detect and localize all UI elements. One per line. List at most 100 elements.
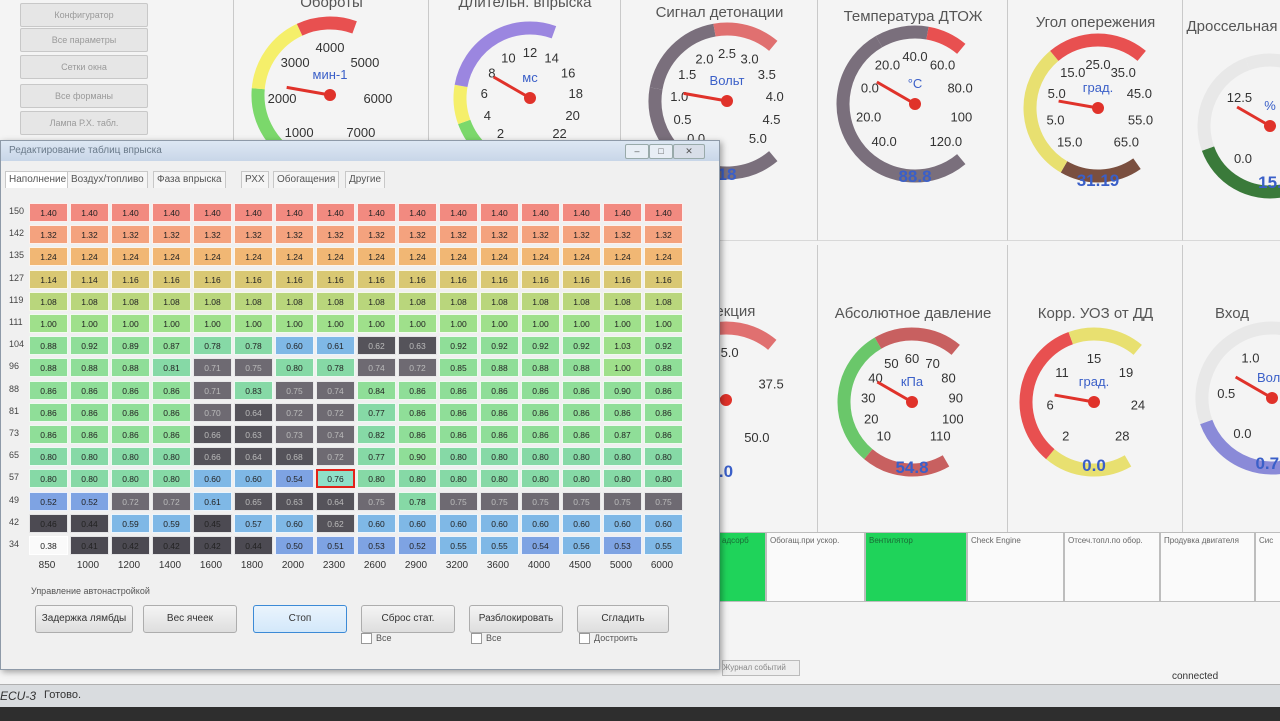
table-cell[interactable]: 0.80 <box>70 447 109 467</box>
table-cell[interactable]: 0.86 <box>111 380 150 400</box>
table-cell[interactable]: 0.80 <box>480 447 519 467</box>
table-cell[interactable]: 0.75 <box>234 358 273 378</box>
table-cell[interactable]: 0.60 <box>234 469 273 489</box>
table-cell[interactable]: 0.60 <box>398 513 437 533</box>
table-cell[interactable]: 0.80 <box>111 469 150 489</box>
table-cell[interactable]: 0.62 <box>357 336 396 356</box>
table-cell[interactable]: 0.74 <box>316 425 355 444</box>
table-cell[interactable]: 0.92 <box>562 336 601 356</box>
table-cell[interactable]: 0.85 <box>439 358 478 378</box>
maximize-button[interactable]: □ <box>649 144 673 159</box>
table-cell[interactable]: 0.77 <box>357 447 396 467</box>
table-cell[interactable]: 0.80 <box>644 447 683 467</box>
table-cell[interactable]: 0.54 <box>521 536 560 555</box>
table-cell[interactable]: 0.86 <box>439 380 478 400</box>
table-cell[interactable]: 0.61 <box>316 336 355 356</box>
table-cell[interactable]: 0.80 <box>439 469 478 489</box>
table-cell[interactable]: 0.53 <box>603 536 642 555</box>
table-cell[interactable]: 1.40 <box>29 203 68 222</box>
table-cell[interactable]: 1.40 <box>111 203 150 222</box>
table-cell[interactable]: 1.32 <box>398 225 437 245</box>
table-cell[interactable]: 0.60 <box>603 513 642 533</box>
table-cell[interactable]: 0.62 <box>316 513 355 533</box>
table-cell[interactable]: 0.76 <box>316 469 355 489</box>
checkbox-box[interactable] <box>579 633 590 645</box>
table-cell[interactable]: 0.72 <box>398 358 437 378</box>
table-cell[interactable]: 0.52 <box>398 536 437 555</box>
table-cell[interactable]: 1.40 <box>562 203 601 222</box>
dialog-tab[interactable]: Наполнение <box>5 171 71 188</box>
table-cell[interactable]: 1.16 <box>562 269 601 289</box>
table-cell[interactable]: 0.55 <box>480 536 519 555</box>
table-cell[interactable]: 0.63 <box>234 425 273 444</box>
table-cell[interactable]: 0.46 <box>29 513 68 533</box>
table-cell[interactable]: 0.60 <box>480 513 519 533</box>
table-cell[interactable]: 1.00 <box>521 314 560 333</box>
autotune-button[interactable]: Разблокировать <box>469 605 563 633</box>
table-cell[interactable]: 1.24 <box>357 247 396 267</box>
table-cell[interactable]: 0.75 <box>480 491 519 511</box>
table-cell[interactable]: 0.61 <box>193 491 232 511</box>
table-cell[interactable]: 0.72 <box>111 491 150 511</box>
table-cell[interactable]: 0.86 <box>603 402 642 422</box>
table-cell[interactable]: 1.32 <box>521 225 560 245</box>
dialog-tab[interactable]: Воздух/топливо <box>67 171 148 188</box>
table-cell[interactable]: 0.72 <box>316 402 355 422</box>
table-cell[interactable]: 0.68 <box>275 447 314 467</box>
table-cell[interactable]: 1.00 <box>562 314 601 333</box>
table-cell[interactable]: 1.00 <box>29 314 68 333</box>
table-cell[interactable]: 0.74 <box>316 380 355 400</box>
table-cell[interactable]: 1.32 <box>357 225 396 245</box>
table-cell[interactable]: 1.24 <box>439 247 478 267</box>
table-cell[interactable]: 0.86 <box>480 402 519 422</box>
table-cell[interactable]: 1.16 <box>644 269 683 289</box>
table-cell[interactable]: 0.75 <box>439 491 478 511</box>
table-cell[interactable]: 0.66 <box>193 447 232 467</box>
table-cell[interactable]: 0.86 <box>29 380 68 400</box>
table-cell[interactable]: 1.40 <box>521 203 560 222</box>
table-cell[interactable]: 0.72 <box>316 447 355 467</box>
table-cell[interactable]: 1.08 <box>644 291 683 311</box>
table-cell[interactable]: 0.92 <box>644 336 683 356</box>
table-cell[interactable]: 0.82 <box>357 425 396 444</box>
dialog-tab[interactable]: Другие <box>345 171 386 188</box>
table-cell[interactable]: 0.86 <box>398 380 437 400</box>
table-cell[interactable]: 0.78 <box>316 358 355 378</box>
table-cell[interactable]: 0.50 <box>275 536 314 555</box>
table-cell[interactable]: 1.08 <box>398 291 437 311</box>
table-cell[interactable]: 0.80 <box>357 469 396 489</box>
table-cell[interactable]: 0.86 <box>152 380 191 400</box>
table-cell[interactable]: 0.86 <box>29 425 68 444</box>
table-cell[interactable]: 1.32 <box>275 225 314 245</box>
table-cell[interactable]: 0.80 <box>521 447 560 467</box>
autotune-checkbox[interactable]: Достроить <box>579 633 638 645</box>
table-cell[interactable]: 1.16 <box>603 269 642 289</box>
table-cell[interactable]: 1.00 <box>644 314 683 333</box>
table-cell[interactable]: 0.86 <box>70 380 109 400</box>
table-cell[interactable]: 0.86 <box>480 380 519 400</box>
table-cell[interactable]: 0.88 <box>29 358 68 378</box>
table-cell[interactable]: 0.64 <box>234 447 273 467</box>
table-cell[interactable]: 0.60 <box>644 513 683 533</box>
autotune-checkbox[interactable]: Все <box>471 633 502 645</box>
table-cell[interactable]: 1.24 <box>644 247 683 267</box>
table-cell[interactable]: 1.08 <box>193 291 232 311</box>
table-cell[interactable]: 1.08 <box>603 291 642 311</box>
table-cell[interactable]: 1.00 <box>152 314 191 333</box>
table-cell[interactable]: 1.16 <box>234 269 273 289</box>
table-cell[interactable]: 1.24 <box>316 247 355 267</box>
table-cell[interactable]: 1.00 <box>480 314 519 333</box>
minimize-button[interactable]: – <box>625 144 649 159</box>
table-cell[interactable]: 1.32 <box>152 225 191 245</box>
table-cell[interactable]: 1.40 <box>357 203 396 222</box>
table-cell[interactable]: 1.24 <box>29 247 68 267</box>
table-cell[interactable]: 0.75 <box>562 491 601 511</box>
table-cell[interactable]: 0.86 <box>152 402 191 422</box>
table-cell[interactable]: 1.40 <box>316 203 355 222</box>
table-cell[interactable]: 1.16 <box>316 269 355 289</box>
table-cell[interactable]: 1.32 <box>70 225 109 245</box>
table-cell[interactable]: 1.24 <box>70 247 109 267</box>
table-cell[interactable]: 1.08 <box>152 291 191 311</box>
table-cell[interactable]: 0.86 <box>480 425 519 444</box>
table-cell[interactable]: 0.86 <box>152 425 191 444</box>
